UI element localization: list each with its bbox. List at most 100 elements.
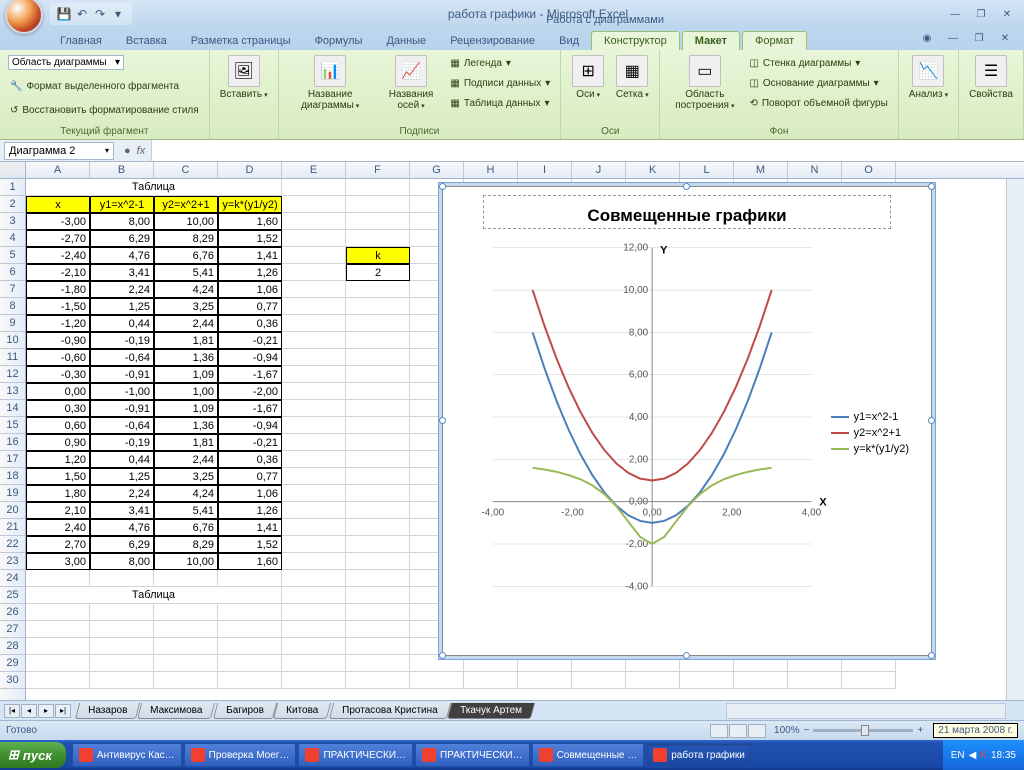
cell[interactable]: -0,21 [218, 434, 282, 451]
cell[interactable]: 8,00 [90, 553, 154, 570]
cell[interactable]: 1,41 [218, 519, 282, 536]
sheet-tab[interactable]: Китова [273, 703, 331, 719]
cell[interactable]: 1,36 [154, 349, 218, 366]
cell[interactable]: -0,91 [90, 400, 154, 417]
plot-area-button[interactable]: ▭Область построения▾ [666, 53, 743, 113]
row-header[interactable]: 5 [0, 247, 25, 264]
row-header[interactable]: 13 [0, 383, 25, 400]
tray-icon[interactable]: ◀ [969, 750, 977, 761]
doc-restore-icon[interactable]: ❐ [968, 30, 990, 46]
ribbon-tab-context[interactable]: Макет [682, 31, 740, 50]
cell[interactable]: 5,41 [154, 502, 218, 519]
cell[interactable]: 2,24 [90, 281, 154, 298]
taskbar-item[interactable]: работа графики [646, 743, 752, 767]
cell[interactable]: 6,76 [154, 247, 218, 264]
cell[interactable]: 4,76 [90, 519, 154, 536]
cell[interactable] [218, 638, 282, 655]
row-header[interactable]: 9 [0, 315, 25, 332]
help-icon[interactable]: ◉ [916, 30, 938, 46]
cell[interactable]: 1,60 [218, 213, 282, 230]
chart-element-selector[interactable]: Область диаграммы▾ [8, 55, 124, 70]
row-header[interactable]: 25 [0, 587, 25, 604]
cell[interactable]: 6,76 [154, 519, 218, 536]
cell[interactable] [410, 672, 464, 689]
name-box[interactable]: Диаграмма 2▾ [4, 142, 114, 160]
cell[interactable]: 1,20 [26, 451, 90, 468]
cell[interactable] [410, 655, 464, 672]
chart-title-button[interactable]: 📊Название диаграммы▾ [285, 53, 376, 113]
cell[interactable]: 3,41 [90, 264, 154, 281]
legend-item[interactable]: y=k*(y1/y2) [831, 443, 909, 455]
fx-icon[interactable]: fx [137, 145, 146, 157]
cell[interactable] [26, 672, 90, 689]
cell[interactable] [282, 451, 346, 468]
cell[interactable] [346, 553, 410, 570]
cell[interactable] [346, 502, 410, 519]
cell[interactable]: -2,00 [218, 383, 282, 400]
cell[interactable] [346, 655, 410, 672]
cell[interactable] [346, 400, 410, 417]
view-layout[interactable] [729, 724, 747, 738]
cell[interactable]: x [26, 196, 90, 213]
row-header[interactable]: 30 [0, 672, 25, 689]
cell[interactable]: 0,77 [218, 298, 282, 315]
cell[interactable]: 1,52 [218, 536, 282, 553]
col-header[interactable]: N [788, 162, 842, 178]
row-header[interactable]: 2 [0, 196, 25, 213]
ribbon-tab[interactable]: Вид [547, 32, 591, 50]
cell[interactable]: 2,10 [26, 502, 90, 519]
chart-object[interactable]: Совмещенные графики -4,00-2,000,002,004,… [442, 186, 932, 656]
col-header[interactable]: M [734, 162, 788, 178]
horizontal-scrollbar[interactable] [726, 703, 1006, 719]
cell[interactable]: 0,44 [90, 451, 154, 468]
row-header[interactable]: 27 [0, 621, 25, 638]
doc-minimize-icon[interactable]: — [942, 30, 964, 46]
cell[interactable]: -3,00 [26, 213, 90, 230]
ribbon-tab-context[interactable]: Конструктор [591, 31, 680, 50]
cell[interactable]: -1,80 [26, 281, 90, 298]
cell[interactable] [282, 179, 346, 196]
cell[interactable] [346, 315, 410, 332]
cell[interactable]: 0,36 [218, 451, 282, 468]
cell[interactable]: 0,30 [26, 400, 90, 417]
cell[interactable]: y1=x^2-1 [90, 196, 154, 213]
ribbon-tab-context[interactable]: Формат [742, 31, 807, 50]
cell[interactable]: -0,64 [90, 417, 154, 434]
cell[interactable] [282, 230, 346, 247]
cell[interactable] [346, 468, 410, 485]
sheet-tab[interactable]: Багиров [212, 703, 276, 719]
format-selection-button[interactable]: 🔧 Формат выделенного фрагмента [6, 76, 183, 96]
ribbon-tab[interactable]: Данные [374, 32, 438, 50]
row-header[interactable]: 8 [0, 298, 25, 315]
cell[interactable] [734, 672, 788, 689]
minimize-button[interactable]: — [944, 6, 966, 22]
cell[interactable] [90, 655, 154, 672]
cell[interactable]: -0,21 [218, 332, 282, 349]
cell[interactable] [346, 349, 410, 366]
cell[interactable]: 1,25 [90, 468, 154, 485]
cell[interactable]: -0,94 [218, 417, 282, 434]
cell[interactable] [26, 604, 90, 621]
tray-kaspersky-icon[interactable]: K [980, 750, 987, 761]
row-header[interactable]: 6 [0, 264, 25, 281]
cell[interactable] [346, 417, 410, 434]
sheet-tab[interactable]: Ткачук Артем [447, 703, 535, 719]
clock[interactable]: 18:35 [991, 750, 1016, 761]
cell[interactable]: 1,26 [218, 264, 282, 281]
cell[interactable]: 3,00 [26, 553, 90, 570]
cell[interactable]: -2,70 [26, 230, 90, 247]
cell[interactable]: 3,25 [154, 468, 218, 485]
cell[interactable]: 2,44 [154, 315, 218, 332]
taskbar-item[interactable]: Антивирус Кас… [72, 743, 182, 767]
tab-nav-next[interactable]: ▸ [38, 704, 54, 718]
tab-nav-prev[interactable]: ◂ [21, 704, 37, 718]
cell[interactable]: 0,36 [218, 315, 282, 332]
cells-grid[interactable]: Таблицаxy1=x^2-1y2=x^2+1y=k*(y1/y2)-3,00… [26, 179, 1006, 700]
cell[interactable] [346, 179, 410, 196]
cell[interactable] [346, 366, 410, 383]
row-header[interactable]: 1 [0, 179, 25, 196]
row-header[interactable]: 3 [0, 213, 25, 230]
cell[interactable]: 1,25 [90, 298, 154, 315]
chart-legend[interactable]: y1=x^2-1y2=x^2+1y=k*(y1/y2) [831, 407, 909, 459]
cell[interactable] [346, 383, 410, 400]
